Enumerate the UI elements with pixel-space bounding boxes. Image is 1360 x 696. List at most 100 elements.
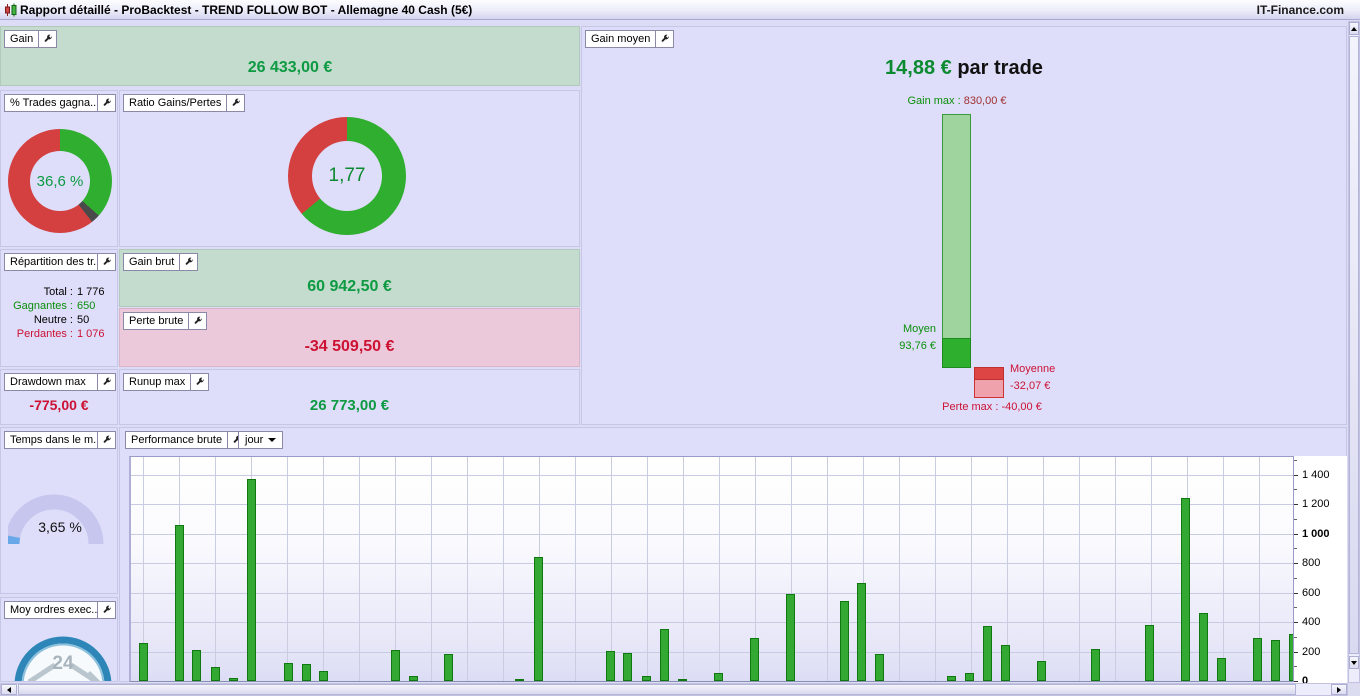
performance-bar [875,654,884,681]
panel-gain: Gain 26 433,00 € [0,26,580,86]
wrench-icon[interactable] [98,254,115,270]
y-axis-tick [1294,533,1298,535]
vertical-gridline [323,457,324,681]
repartition-row-neutre: Neutre :50 [33,314,90,326]
vertical-scrollbar-thumb[interactable] [1349,36,1359,654]
horizontal-scrollbar-thumb[interactable] [18,684,1296,695]
performance-label: Performance brute [126,432,229,448]
moyen-label: Moyen [902,323,936,335]
scroll-right-button[interactable] [1331,684,1347,695]
arrow-up-icon [1351,26,1357,31]
period-dropdown[interactable]: jour [238,431,284,449]
gain-value: 26 433,00 € [247,59,333,76]
drawdown-label: Drawdown max [5,374,98,390]
performance-bar [965,673,974,681]
horizontal-gridline [131,533,1293,535]
ratio-chip[interactable]: Ratio Gains/Pertes [123,94,246,112]
performance-bar [983,626,992,681]
runup-label: Runup max [124,374,192,390]
period-dropdown-value: jour [245,434,264,446]
vertical-gridline [467,457,468,681]
horizontal-gridline [131,474,1293,476]
performance-bar [947,676,956,681]
runup-value: 26 773,00 € [309,397,390,414]
pct-trades-chip[interactable]: % Trades gagna... [4,94,116,112]
perte-brute-label: Perte brute [124,313,190,329]
performance-bar [229,678,238,681]
wrench-icon[interactable] [189,313,206,329]
wrench-icon[interactable] [98,95,115,111]
perte-brute-chip[interactable]: Perte brute [123,312,208,330]
perte-brute-value: -34 509,50 € [304,338,395,355]
performance-bar [284,663,293,681]
wrench-icon[interactable] [227,95,244,111]
horizontal-scrollbar[interactable] [0,683,1348,696]
gain-moyen-chip[interactable]: Gain moyen [585,30,675,48]
y-axis-tick [1294,563,1298,564]
horizontal-gridline [131,651,1293,653]
performance-chart-plot [129,456,1294,682]
gain-moyen-avg-segment [942,338,971,368]
repartition-chip[interactable]: Répartition des tr... [4,253,116,271]
gain-moyen-green-bar [942,114,971,368]
moyenne-label: Moyenne [1010,363,1056,375]
performance-chip[interactable]: Performance brute [125,431,247,449]
vertical-gridline [899,457,900,681]
performance-bar [515,679,524,681]
scroll-up-button[interactable] [1349,22,1359,35]
performance-bar [1253,638,1262,681]
wrench-icon[interactable] [98,602,115,618]
performance-bar [750,638,759,681]
gain-moyen-headline: 14,88 € par trade [582,57,1346,80]
runup-chip[interactable]: Runup max [123,373,210,391]
y-axis-label: 400 [1302,616,1321,628]
wrench-icon[interactable] [98,374,115,390]
horizontal-gridline [131,563,1293,564]
moy-ordres-label: Moy ordres exec... [5,602,98,618]
panel-gain-brut: Gain brut 60 942,50 € [119,249,580,307]
candlestick-icon [4,3,18,22]
gain-brut-chip[interactable]: Gain brut [123,253,199,271]
ratio-value: 1,77 [328,165,366,186]
temps-chip[interactable]: Temps dans le m... [4,431,116,449]
vertical-gridline [1043,457,1044,681]
panel-repartition: Répartition des tr... Total :1 776 Gagna… [0,249,118,367]
gain-chip[interactable]: Gain [4,30,58,48]
panel-pct-trades: % Trades gagna... 36,6 % [0,90,118,247]
vertical-scrollbar[interactable] [1348,21,1360,683]
moy-ordres-chip[interactable]: Moy ordres exec... [4,601,116,619]
y-axis-tick [1294,474,1298,476]
perte-max-label: Perte max : -40,00 € [942,401,1042,413]
wrench-icon[interactable] [98,432,115,448]
performance-bar [444,654,453,681]
scroll-left-button[interactable] [1,684,17,695]
vertical-gridline [575,457,576,681]
performance-chart-y-axis: 0 200 400 600 800 1 000 1 200 1 400 [1294,456,1347,683]
panel-performance: Performance brute jour 0 200 400 600 800 1 00… [119,427,1347,683]
performance-bar [391,650,400,681]
vertical-gridline [647,457,648,681]
vertical-gridline [395,457,396,681]
performance-bar [139,643,148,681]
gain-moyen-label: Gain moyen [586,31,657,47]
y-axis-tick [1294,622,1298,623]
performance-bar [1199,613,1208,681]
scroll-down-button[interactable] [1349,656,1359,669]
y-axis-label: 800 [1302,557,1321,569]
panel-temps-marche: Temps dans le m... 3,65 % [0,427,118,594]
performance-bar [678,679,687,681]
drawdown-chip[interactable]: Drawdown max [4,373,116,391]
wrench-icon[interactable] [180,254,197,270]
y-axis-minor-tick [1294,489,1297,491]
wrench-icon[interactable] [656,31,673,47]
vertical-gridline [1115,457,1116,681]
wrench-icon[interactable] [39,31,56,47]
vertical-gridline [827,457,828,681]
scrollbar-corner [1348,683,1360,696]
panel-perte-brute: Perte brute -34 509,50 € [119,308,580,367]
vertical-gridline [683,457,684,681]
panel-gain-moyen: Gain moyen 14,88 € par trade Gain max : … [581,26,1347,425]
y-axis-minor-tick [1294,548,1297,550]
wrench-icon[interactable] [191,374,208,390]
panel-moy-ordres: Moy ordres exec... 24 [0,597,118,682]
